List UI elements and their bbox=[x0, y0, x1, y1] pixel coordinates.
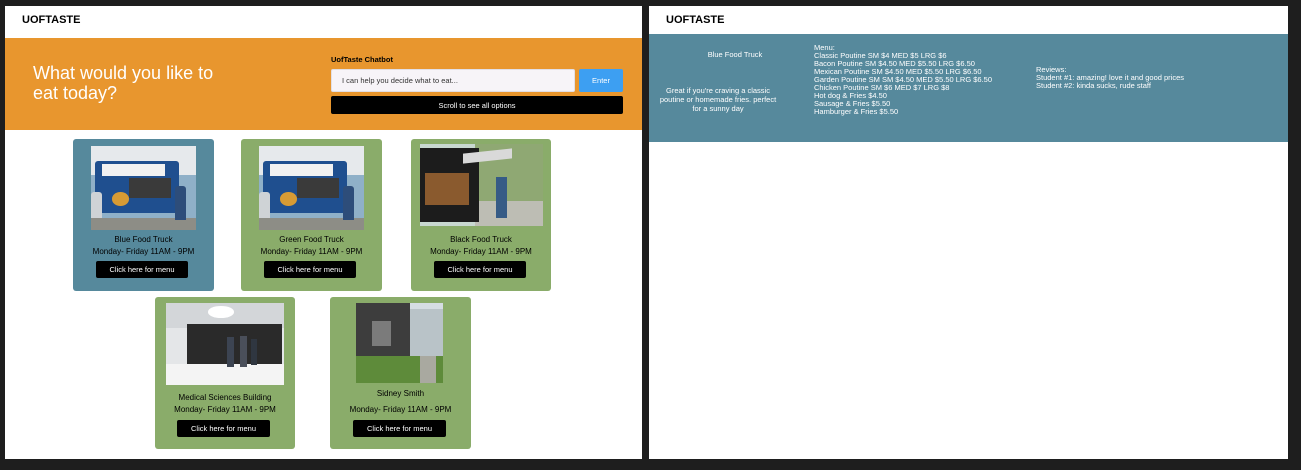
sidney-smith-photo bbox=[356, 303, 443, 383]
card-hours: Monday- Friday 11AM - 9PM bbox=[430, 247, 532, 256]
card-medical-sciences-building[interactable]: Medical Sciences Building Monday- Friday… bbox=[155, 297, 295, 449]
card-name: Medical Sciences Building bbox=[178, 393, 272, 402]
card-hours: Monday- Friday 11AM - 9PM bbox=[260, 247, 363, 256]
menu-list: Menu: Classic Poutine SM $4 MED $5 LRG $… bbox=[814, 44, 992, 116]
card-name: Black Food Truck bbox=[450, 235, 512, 244]
menu-button[interactable]: Click here for menu bbox=[177, 420, 270, 437]
menu-detail-frame: UOFTASTE Blue Food Truck Great if you're… bbox=[649, 6, 1288, 459]
card-blue-food-truck[interactable]: Blue Food Truck Monday- Friday 11AM - 9P… bbox=[73, 139, 214, 291]
card-green-food-truck[interactable]: Green Food Truck Monday- Friday 11AM - 9… bbox=[241, 139, 382, 291]
menu-item: Hamburger & Fries $5.50 bbox=[814, 107, 899, 116]
chatbot-title: UofTaste Chatbot bbox=[331, 55, 393, 64]
home-frame: UOFTASTE What would you like to eat toda… bbox=[5, 6, 642, 459]
card-black-food-truck[interactable]: Black Food Truck Monday- Friday 11AM - 9… bbox=[411, 139, 551, 291]
card-hours: Monday- Friday 11AM - 9PM bbox=[174, 405, 276, 414]
medical-sciences-building-photo bbox=[166, 303, 284, 385]
card-name: Sidney Smith bbox=[376, 389, 425, 398]
blue-food-truck-photo bbox=[91, 146, 196, 230]
card-hours: Monday- Friday 11AM - 9PM bbox=[349, 405, 452, 414]
black-food-truck-photo bbox=[420, 144, 543, 226]
hero-title: What would you like to eat today? bbox=[33, 63, 214, 103]
green-food-truck-photo bbox=[259, 146, 364, 230]
reviews-list: Reviews: Student #1: amazing! love it an… bbox=[1036, 66, 1184, 90]
menu-button[interactable]: Click here for menu bbox=[264, 261, 356, 278]
review-item: Student #2: kinda sucks, rude staff bbox=[1036, 81, 1151, 90]
menu-button[interactable]: Click here for menu bbox=[434, 261, 526, 278]
truck-name: Blue Food Truck bbox=[707, 50, 763, 59]
chatbot-input[interactable] bbox=[331, 69, 575, 92]
menu-button[interactable]: Click here for menu bbox=[353, 420, 446, 437]
nav-title[interactable]: UOFTASTE bbox=[649, 6, 1288, 34]
truck-description: Great if you're craving a classic poutin… bbox=[659, 86, 777, 113]
scroll-options-button[interactable]: Scroll to see all options bbox=[331, 96, 623, 114]
card-sidney-smith[interactable]: Sidney Smith Monday- Friday 11AM - 9PM C… bbox=[330, 297, 471, 449]
truck-detail-panel: Blue Food Truck Great if you're craving … bbox=[649, 34, 1288, 142]
nav-title[interactable]: UOFTASTE bbox=[5, 6, 642, 34]
card-name: Green Food Truck bbox=[279, 235, 344, 244]
hero-banner: What would you like to eat today? UofTas… bbox=[5, 38, 642, 130]
card-name: Blue Food Truck bbox=[114, 235, 173, 244]
card-hours: Monday- Friday 11AM - 9PM bbox=[92, 247, 195, 256]
menu-button[interactable]: Click here for menu bbox=[96, 261, 188, 278]
enter-button[interactable]: Enter bbox=[579, 69, 623, 92]
